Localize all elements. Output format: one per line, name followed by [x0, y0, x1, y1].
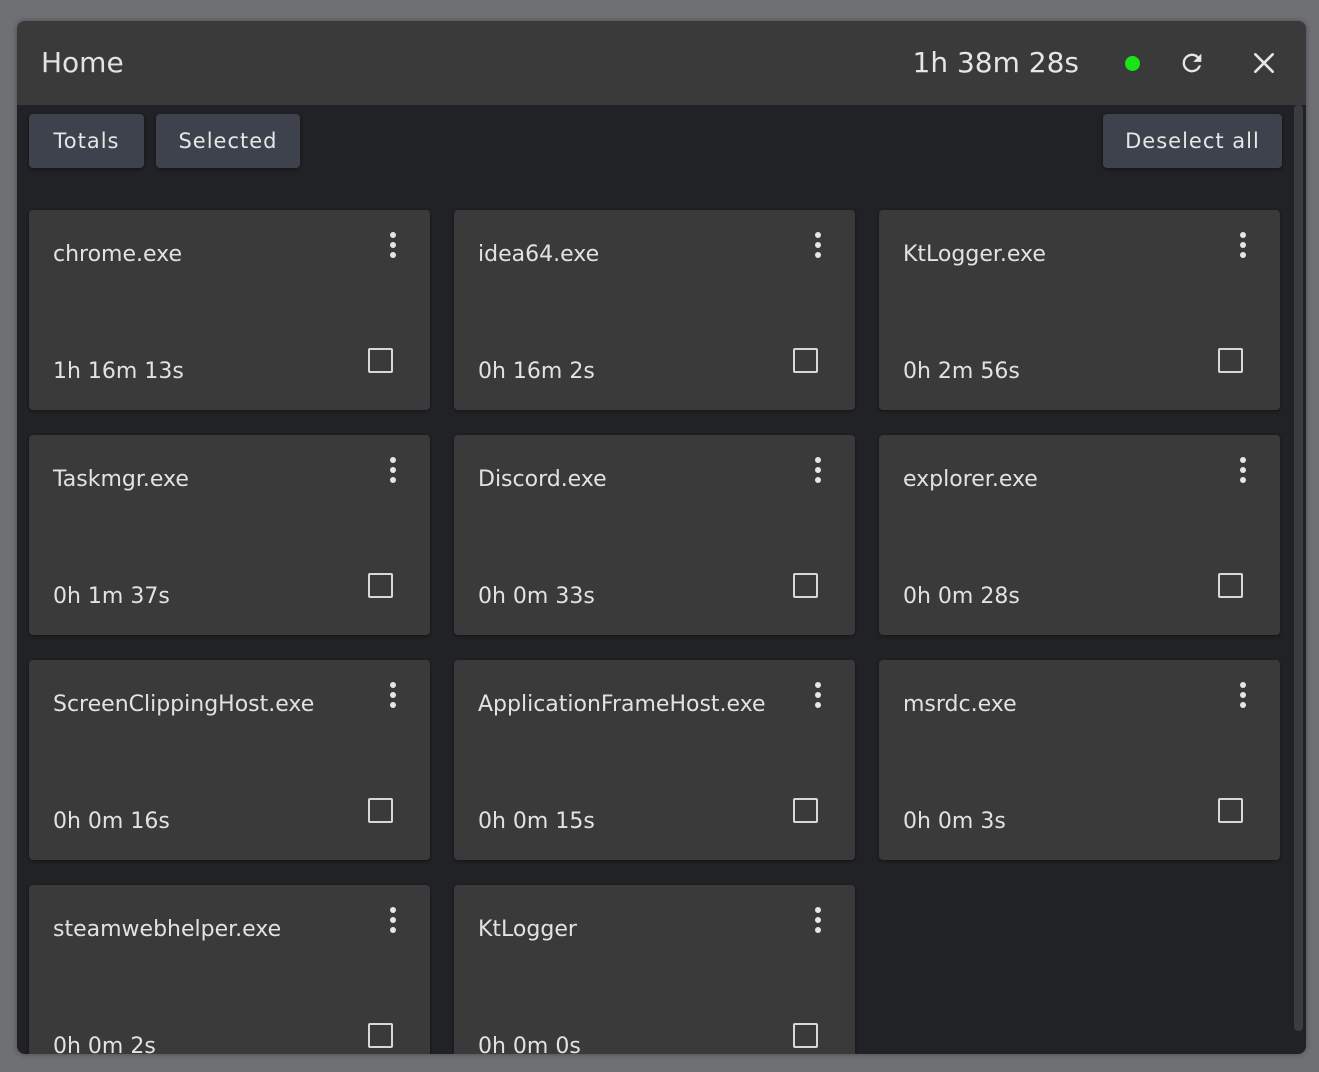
process-time: 0h 16m 2s — [478, 359, 595, 384]
process-name: KtLogger — [478, 917, 577, 942]
totals-button[interactable]: Totals — [29, 114, 144, 168]
process-name: idea64.exe — [478, 242, 600, 267]
more-options-button[interactable] — [381, 230, 405, 260]
more-options-button[interactable] — [1231, 680, 1255, 710]
process-name: ScreenClippingHost.exe — [53, 692, 315, 717]
process-time: 0h 0m 28s — [903, 584, 1020, 609]
process-card: ApplicationFrameHost.exe 0h 0m 15s — [454, 660, 855, 860]
select-checkbox[interactable] — [793, 348, 818, 373]
process-name: explorer.exe — [903, 467, 1038, 492]
process-time: 0h 1m 37s — [53, 584, 170, 609]
more-vert-icon — [815, 682, 821, 708]
more-options-button[interactable] — [1231, 230, 1255, 260]
more-options-button[interactable] — [806, 455, 830, 485]
select-checkbox[interactable] — [1218, 798, 1243, 823]
select-checkbox[interactable] — [793, 1023, 818, 1048]
content-area: Totals Selected Deselect all chrome.exe … — [17, 105, 1306, 1054]
process-card: steamwebhelper.exe 0h 0m 2s — [29, 885, 430, 1054]
more-options-button[interactable] — [806, 680, 830, 710]
refresh-icon — [1182, 53, 1202, 73]
process-name: Taskmgr.exe — [53, 467, 189, 492]
process-card: chrome.exe 1h 16m 13s — [29, 210, 430, 410]
more-vert-icon — [1240, 682, 1246, 708]
process-name: chrome.exe — [53, 242, 183, 267]
select-checkbox[interactable] — [368, 1023, 393, 1048]
total-time-display: 1h 38m 28s — [912, 46, 1079, 79]
process-time: 0h 0m 33s — [478, 584, 595, 609]
process-card: msrdc.exe 0h 0m 3s — [879, 660, 1280, 860]
more-options-button[interactable] — [1231, 455, 1255, 485]
selected-button[interactable]: Selected — [156, 114, 300, 168]
title-bar: Home 1h 38m 28s — [17, 21, 1306, 105]
select-checkbox[interactable] — [793, 798, 818, 823]
more-options-button[interactable] — [381, 905, 405, 935]
refresh-button[interactable] — [1172, 43, 1212, 83]
more-vert-icon — [815, 907, 821, 933]
process-card: KtLogger 0h 0m 0s — [454, 885, 855, 1054]
more-options-button[interactable] — [381, 455, 405, 485]
more-vert-icon — [815, 232, 821, 258]
select-checkbox[interactable] — [1218, 573, 1243, 598]
process-time: 0h 0m 16s — [53, 809, 170, 834]
process-card: Discord.exe 0h 0m 33s — [454, 435, 855, 635]
more-vert-icon — [815, 457, 821, 483]
select-checkbox[interactable] — [793, 573, 818, 598]
more-vert-icon — [390, 457, 396, 483]
close-button[interactable] — [1244, 43, 1284, 83]
more-options-button[interactable] — [806, 905, 830, 935]
select-checkbox[interactable] — [368, 798, 393, 823]
more-options-button[interactable] — [381, 680, 405, 710]
process-card: explorer.exe 0h 0m 28s — [879, 435, 1280, 635]
select-checkbox[interactable] — [1218, 348, 1243, 373]
process-card: ScreenClippingHost.exe 0h 0m 16s — [29, 660, 430, 860]
more-vert-icon — [390, 682, 396, 708]
select-checkbox[interactable] — [368, 348, 393, 373]
deselect-all-button[interactable]: Deselect all — [1103, 114, 1282, 168]
process-name: KtLogger.exe — [903, 242, 1046, 267]
process-time: 0h 2m 56s — [903, 359, 1020, 384]
process-name: ApplicationFrameHost.exe — [478, 692, 766, 717]
close-icon — [1254, 53, 1274, 73]
process-card: idea64.exe 0h 16m 2s — [454, 210, 855, 410]
process-card: KtLogger.exe 0h 2m 56s — [879, 210, 1280, 410]
process-name: Discord.exe — [478, 467, 607, 492]
app-window: Home 1h 38m 28s Totals Selected Deselect… — [17, 21, 1306, 1054]
page-title: Home — [41, 46, 124, 79]
status-indicator-icon — [1125, 56, 1140, 71]
process-name: msrdc.exe — [903, 692, 1017, 717]
more-vert-icon — [1240, 457, 1246, 483]
process-time: 1h 16m 13s — [53, 359, 184, 384]
process-card: Taskmgr.exe 0h 1m 37s — [29, 435, 430, 635]
process-time: 0h 0m 2s — [53, 1034, 156, 1054]
more-vert-icon — [390, 232, 396, 258]
select-checkbox[interactable] — [368, 573, 393, 598]
process-grid: chrome.exe 1h 16m 13s idea64.exe 0h 16m … — [29, 210, 1280, 1054]
more-vert-icon — [1240, 232, 1246, 258]
scrollbar[interactable] — [1294, 105, 1303, 1031]
process-time: 0h 0m 3s — [903, 809, 1006, 834]
process-time: 0h 0m 15s — [478, 809, 595, 834]
process-time: 0h 0m 0s — [478, 1034, 581, 1054]
process-name: steamwebhelper.exe — [53, 917, 282, 942]
more-options-button[interactable] — [806, 230, 830, 260]
more-vert-icon — [390, 907, 396, 933]
